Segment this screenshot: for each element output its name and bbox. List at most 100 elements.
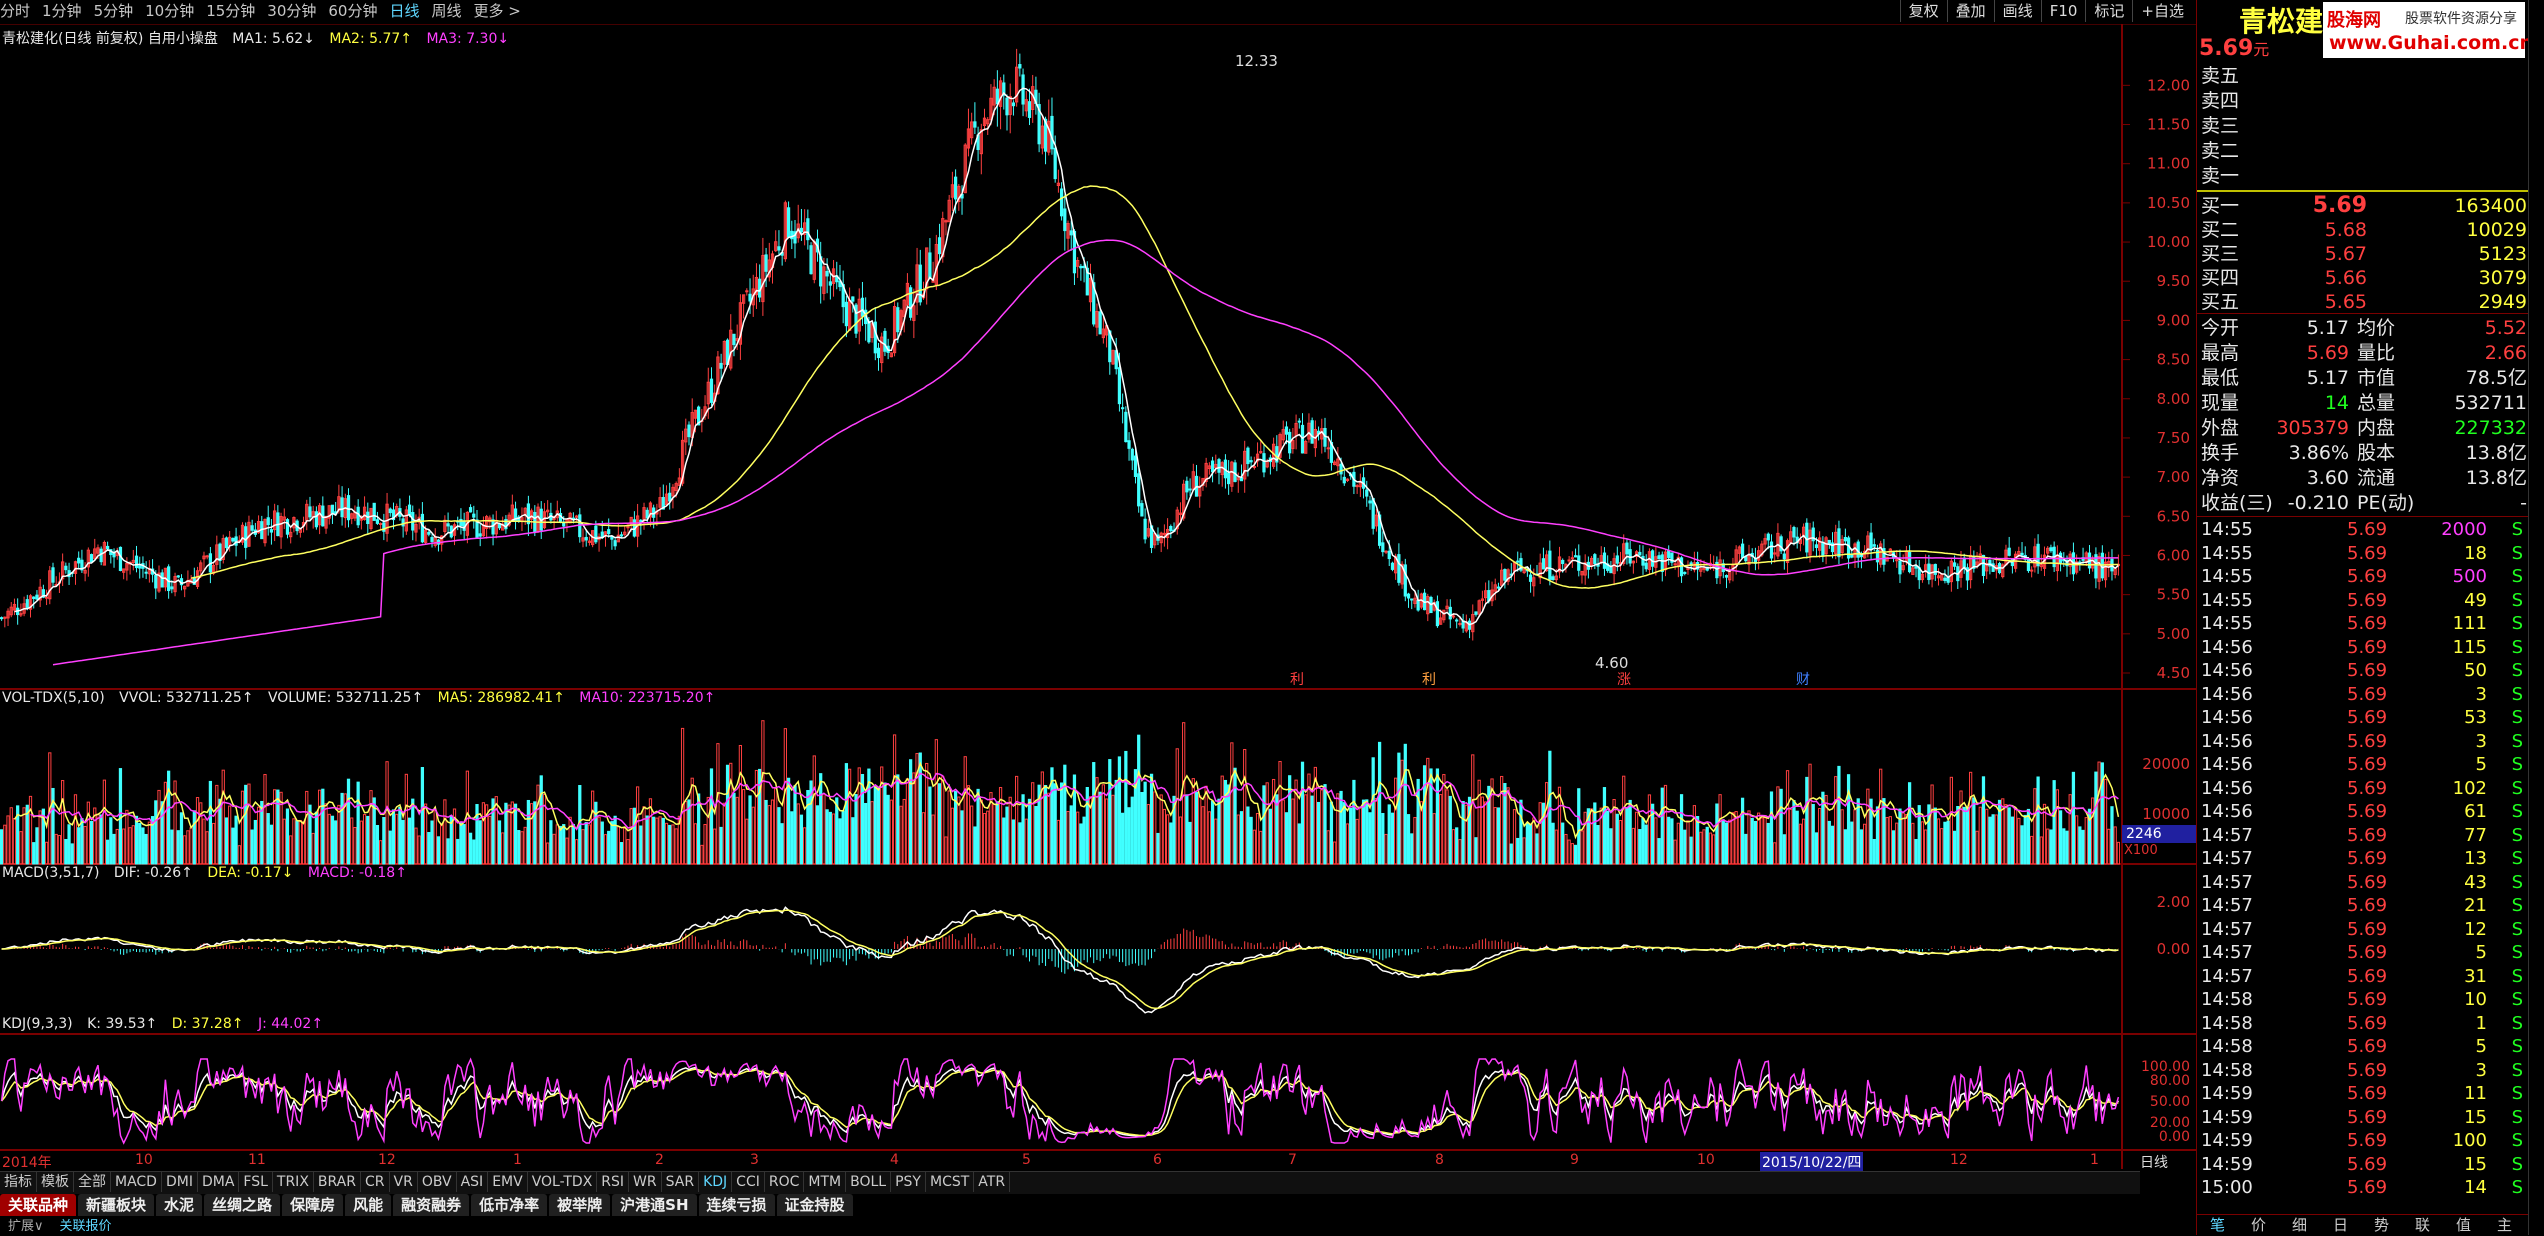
section-tab-7[interactable]: 低市净率 (471, 1194, 548, 1216)
candle-body (883, 330, 887, 352)
section-tab-8[interactable]: 被举牌 (549, 1194, 611, 1216)
indicator-tab-18[interactable]: KDJ (699, 1172, 733, 1192)
volume-bar (1740, 797, 1745, 865)
indicator-tab-5[interactable]: DMA (198, 1172, 240, 1192)
volume-bar (1528, 823, 1533, 865)
volume-bar (1002, 817, 1006, 865)
period-tab-7[interactable]: 日线 (389, 0, 419, 22)
quote-panel-tab-2[interactable]: 细 (2279, 1215, 2320, 1235)
tool-button-1[interactable]: 叠加 (1946, 0, 1994, 22)
period-tab-0[interactable]: 分时 (0, 0, 30, 22)
indicator-tab-17[interactable]: SAR (662, 1172, 700, 1192)
event-marker[interactable]: 涨 (1617, 672, 1631, 688)
volume-bar (986, 810, 990, 865)
period-tab-2[interactable]: 5分钟 (94, 0, 134, 22)
indicator-tab-10[interactable]: VR (390, 1172, 418, 1192)
indicator-tab-24[interactable]: MCST (926, 1172, 975, 1192)
period-tab-5[interactable]: 30分钟 (267, 0, 316, 22)
indicator-tab-3[interactable]: MACD (111, 1172, 162, 1192)
section-tab-3[interactable]: 丝绸之路 (204, 1194, 281, 1216)
volume-bar (1907, 782, 1912, 865)
indicator-tab-16[interactable]: WR (629, 1172, 662, 1192)
buy-level-row[interactable]: 买二 5.68 10029 (2197, 218, 2527, 242)
quote-divider (2197, 313, 2529, 314)
volume-bar (1034, 805, 1038, 865)
indicator-tab-6[interactable]: FSL (239, 1172, 273, 1192)
tool-button-5[interactable]: +自选 (2132, 0, 2192, 22)
event-marker[interactable]: 利 (1422, 672, 1436, 688)
volume-bar (1191, 778, 1195, 865)
volume-bar (796, 803, 800, 865)
time-period[interactable]: 日线 (2140, 1152, 2168, 1172)
event-marker[interactable]: 财 (1796, 672, 1810, 688)
section-tab-6[interactable]: 融资融券 (393, 1194, 470, 1216)
indicator-tab-11[interactable]: OBV (418, 1172, 457, 1192)
price-tick-label: 12.00 (2147, 76, 2190, 94)
quote-row: 最低 5.17 市值 78.5亿 (2197, 366, 2527, 390)
section-tab-4[interactable]: 保障房 (282, 1194, 344, 1216)
indicator-tab-0[interactable]: 指标 (0, 1172, 37, 1192)
indicator-tab-8[interactable]: BRAR (314, 1172, 361, 1192)
volume-bar (353, 827, 357, 865)
period-tab-3[interactable]: 10分钟 (145, 0, 194, 22)
period-tab-9[interactable]: 更多 > (474, 0, 521, 22)
event-marker[interactable]: 利 (1290, 672, 1304, 688)
section-tab-5[interactable]: 风能 (345, 1194, 392, 1216)
buy-level-price: 5.68 (2324, 219, 2367, 241)
buy-level-row[interactable]: 买三 5.67 5123 (2197, 242, 2527, 266)
tool-button-4[interactable]: 标记 (2085, 0, 2132, 22)
quote-panel-tab-4[interactable]: 势 (2361, 1215, 2402, 1235)
status-item-0[interactable]: 扩展∨ (8, 1219, 44, 1234)
volume-bar (1031, 782, 1035, 865)
section-tab-10[interactable]: 连续亏损 (698, 1194, 775, 1216)
section-tab-2[interactable]: 水泥 (156, 1194, 203, 1216)
section-tab-9[interactable]: 沪港通SH (612, 1194, 697, 1216)
indicator-tab-13[interactable]: EMV (488, 1172, 528, 1192)
indicator-tab-20[interactable]: ROC (765, 1172, 805, 1192)
indicator-tab-7[interactable]: TRIX (273, 1172, 314, 1192)
indicator-tab-19[interactable]: CCI (732, 1172, 765, 1192)
section-tab-11[interactable]: 证金持股 (776, 1194, 853, 1216)
quote-panel-tab-6[interactable]: 值 (2443, 1215, 2484, 1235)
volume-bar (1339, 790, 1343, 865)
period-tab-6[interactable]: 60分钟 (328, 0, 377, 22)
quote-row: 收益(三) -0.210 PE(动) - (2197, 491, 2527, 515)
volume-bar (1117, 756, 1122, 865)
period-tab-1[interactable]: 1分钟 (42, 0, 82, 22)
candle-body (224, 537, 229, 549)
tool-button-2[interactable]: 画线 (1993, 0, 2041, 22)
indicator-tab-12[interactable]: ASI (457, 1172, 489, 1192)
tool-button-0[interactable]: 复权 (1899, 0, 1947, 22)
kline-chart[interactable]: 12.334.60利利涨财12.0011.5011.0010.5010.009.… (0, 24, 2196, 1169)
buy-level-row[interactable]: 买一 5.69 163400 (2197, 194, 2527, 218)
quote-panel-tab-3[interactable]: 日 (2320, 1215, 2361, 1235)
indicator-tab-15[interactable]: RSI (597, 1172, 630, 1192)
section-tab-0[interactable]: 关联品种 (0, 1194, 77, 1216)
tick-row: 14:55 5.69 49 S (2197, 589, 2527, 612)
indicator-tab-25[interactable]: ATR (974, 1172, 1011, 1192)
indicator-tab-2[interactable]: 全部 (74, 1172, 111, 1192)
buy-level-row[interactable]: 买四 5.66 3079 (2197, 266, 2527, 290)
quote-panel-tab-0[interactable]: 笔 (2197, 1215, 2238, 1235)
indicator-tab-21[interactable]: MTM (804, 1172, 847, 1192)
indicator-tab-4[interactable]: DMI (162, 1172, 198, 1192)
quote-panel-tab-1[interactable]: 价 (2238, 1215, 2279, 1235)
tool-button-3[interactable]: F10 (2040, 0, 2086, 22)
volume-bar (311, 832, 315, 865)
buy-level-row[interactable]: 买五 5.65 2949 (2197, 290, 2527, 314)
volume-bar (2030, 835, 2034, 865)
indicator-tab-22[interactable]: BOLL (846, 1172, 892, 1192)
period-tab-8[interactable]: 周线 (432, 0, 462, 22)
section-tab-1[interactable]: 新疆板块 (78, 1194, 155, 1216)
quote-panel-tab-7[interactable]: 主 (2484, 1215, 2525, 1235)
indicator-tab-23[interactable]: PSY (891, 1172, 926, 1192)
indicator-tab-1[interactable]: 模板 (37, 1172, 74, 1192)
time-label: 2015/10/22/四 (1760, 1152, 1864, 1172)
period-tab-4[interactable]: 15分钟 (206, 0, 255, 22)
indicator-tab-14[interactable]: VOL-TDX (528, 1172, 598, 1192)
quote-panel-tab-5[interactable]: 联 (2402, 1215, 2443, 1235)
indicator-tab-9[interactable]: CR (361, 1172, 390, 1192)
volume-bar (215, 784, 219, 865)
status-item-1[interactable]: 关联报价 (60, 1219, 112, 1234)
candle-body (909, 287, 913, 318)
